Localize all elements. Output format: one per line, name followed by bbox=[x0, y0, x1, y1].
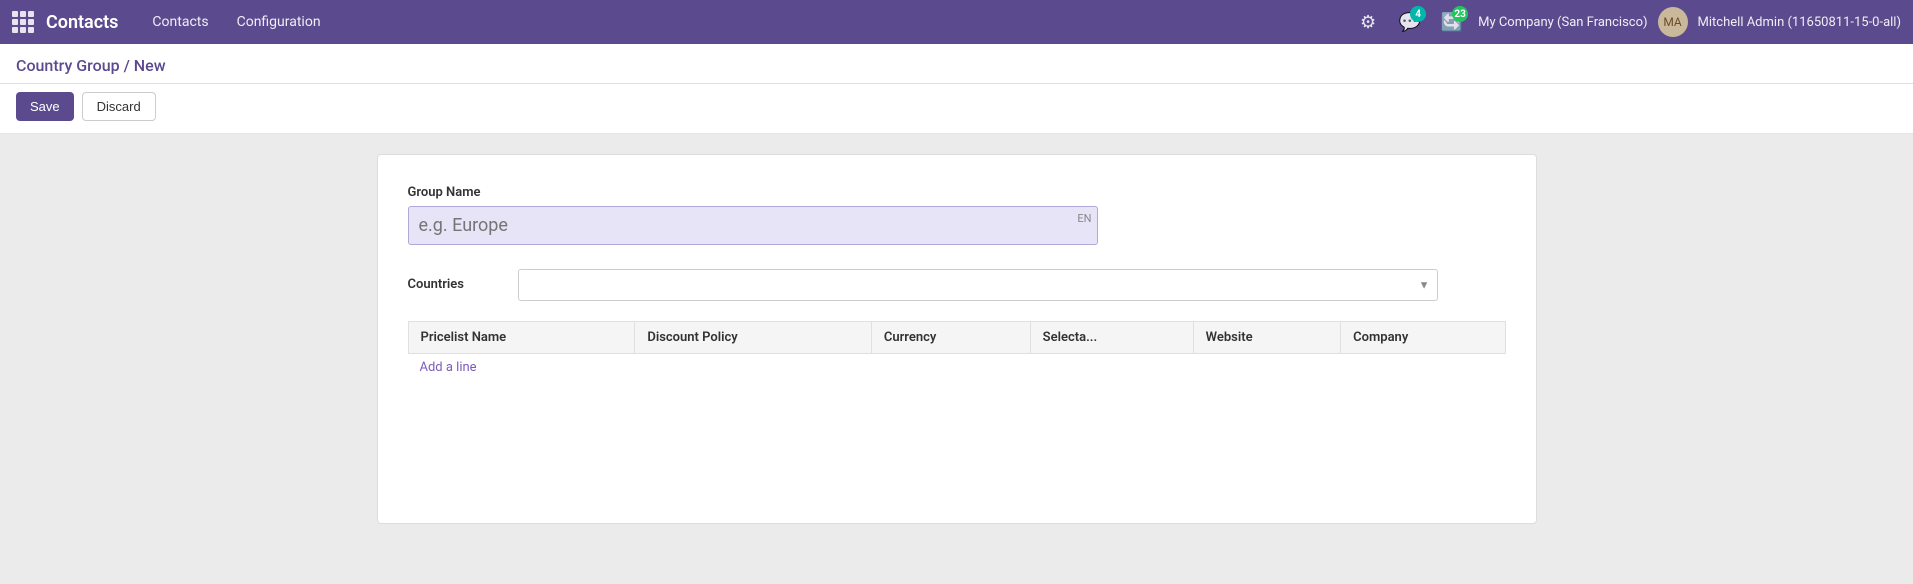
add-a-line-button[interactable]: Add a line bbox=[408, 354, 489, 381]
breadcrumb: Country Group / New bbox=[16, 56, 166, 75]
app-menu-icon[interactable] bbox=[12, 11, 34, 33]
countries-label: Countries bbox=[408, 269, 498, 292]
col-pricelist-name: Pricelist Name bbox=[408, 322, 635, 354]
col-discount-policy: Discount Policy bbox=[635, 322, 872, 354]
pricelist-table: Pricelist Name Discount Policy Currency … bbox=[408, 321, 1506, 354]
settings-icon[interactable]: ⚙ bbox=[1352, 6, 1384, 38]
action-bar: Save Discard bbox=[0, 84, 1913, 134]
countries-select[interactable] bbox=[518, 269, 1438, 301]
messaging-badge: 4 bbox=[1410, 6, 1426, 22]
top-navigation: Contacts Contacts Configuration ⚙ 💬 4 🔄 … bbox=[0, 0, 1913, 44]
main-menu: Contacts Configuration bbox=[138, 0, 334, 44]
messaging-icon[interactable]: 💬 4 bbox=[1394, 6, 1426, 38]
activity-badge: 23 bbox=[1452, 6, 1468, 22]
discard-button[interactable]: Discard bbox=[82, 92, 156, 121]
main-content: Group Name EN Countries ▼ Pricelist Name bbox=[0, 134, 1913, 584]
group-name-input-wrapper: EN bbox=[408, 206, 1098, 245]
menu-configuration[interactable]: Configuration bbox=[223, 0, 335, 44]
user-name[interactable]: Mitchell Admin (11650811-15-0-all) bbox=[1698, 15, 1901, 30]
group-name-label: Group Name bbox=[408, 185, 1506, 200]
col-currency: Currency bbox=[871, 322, 1030, 354]
lang-badge: EN bbox=[1077, 212, 1091, 225]
pricelist-section: Pricelist Name Discount Policy Currency … bbox=[408, 321, 1506, 381]
col-company: Company bbox=[1341, 322, 1505, 354]
activity-icon[interactable]: 🔄 23 bbox=[1436, 6, 1468, 38]
avatar[interactable]: MA bbox=[1658, 7, 1688, 37]
col-website: Website bbox=[1193, 322, 1340, 354]
group-name-field: Group Name EN bbox=[408, 185, 1506, 245]
save-button[interactable]: Save bbox=[16, 92, 74, 121]
app-title[interactable]: Contacts bbox=[46, 12, 118, 33]
form-card: Group Name EN Countries ▼ Pricelist Name bbox=[377, 154, 1537, 524]
breadcrumb-bar: Country Group / New bbox=[0, 44, 1913, 84]
group-name-input[interactable] bbox=[408, 206, 1098, 245]
countries-row: Countries ▼ bbox=[408, 269, 1506, 301]
company-name[interactable]: My Company (San Francisco) bbox=[1478, 15, 1647, 30]
col-selectable: Selecta... bbox=[1030, 322, 1193, 354]
menu-contacts[interactable]: Contacts bbox=[138, 0, 222, 44]
countries-select-wrapper: ▼ bbox=[518, 269, 1438, 301]
